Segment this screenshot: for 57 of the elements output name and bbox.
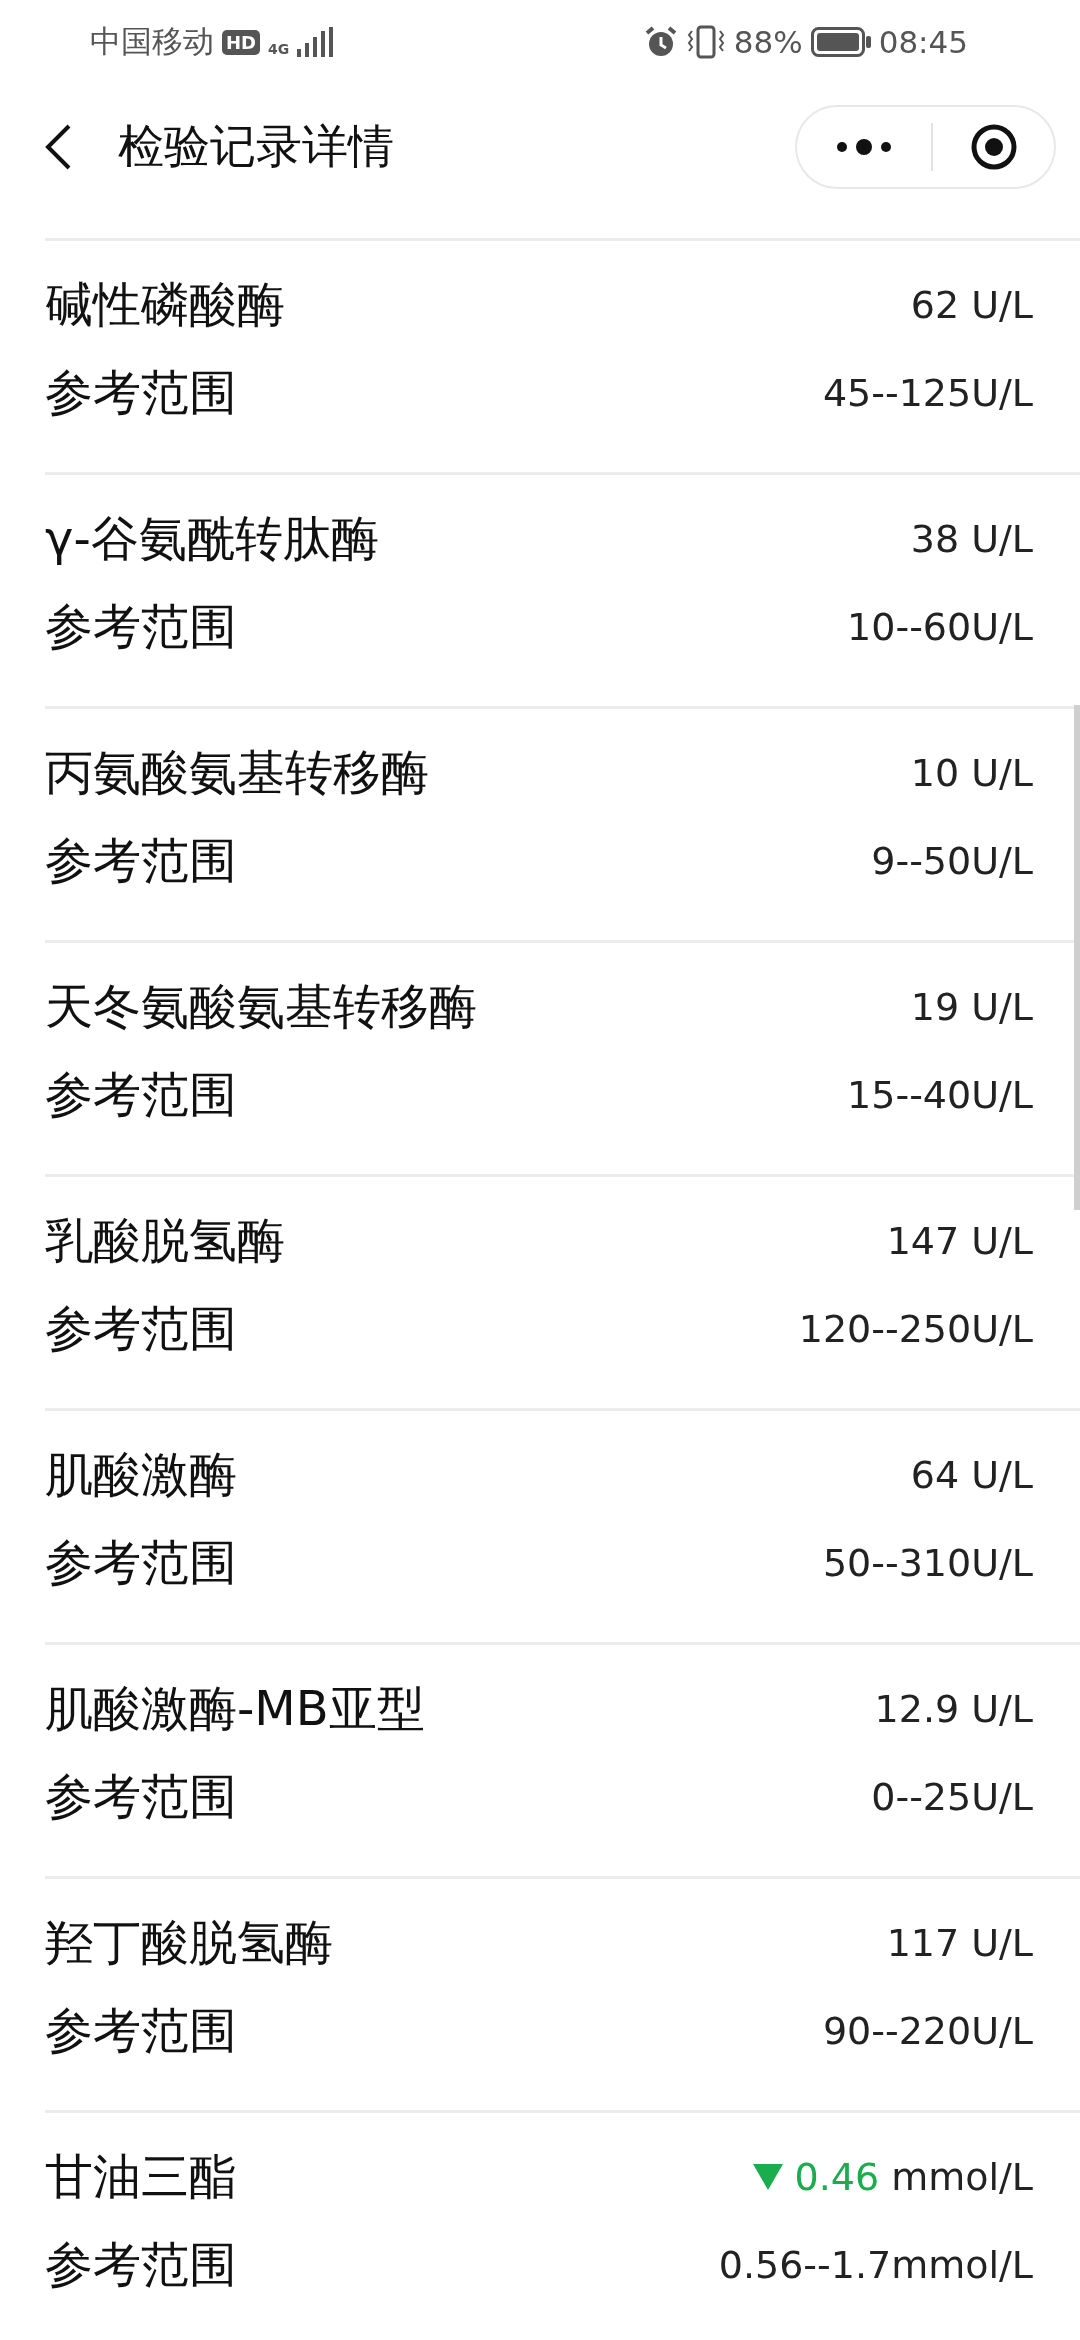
reference-range: 45--125U/L	[822, 371, 1033, 415]
range-label: 参考范围	[45, 1767, 237, 1826]
test-name: 乳酸脱氢酶	[45, 1211, 285, 1270]
range-label: 参考范围	[45, 2235, 237, 2294]
test-name: 丙氨酸氨基转移酶	[45, 743, 429, 802]
alarm-icon	[643, 25, 678, 59]
back-icon[interactable]	[44, 123, 72, 171]
clock-time: 08:45	[878, 24, 968, 60]
test-name: 肌酸激酶-MB亚型	[45, 1679, 425, 1738]
range-label: 参考范围	[45, 597, 237, 656]
result-unit: U/L	[971, 517, 1033, 561]
result-unit: U/L	[971, 1921, 1033, 1965]
result-unit: U/L	[971, 1219, 1033, 1263]
reference-range: 0--25U/L	[871, 1775, 1033, 1819]
vibrate-icon	[685, 25, 726, 59]
page-title: 检验记录详情	[118, 118, 395, 175]
reference-range: 90--220U/L	[822, 2009, 1033, 2053]
range-label: 参考范围	[45, 831, 237, 890]
reference-range: 120--250U/L	[798, 1307, 1033, 1351]
carrier-name: 中国移动	[90, 22, 214, 61]
reference-range: 0.56--1.7mmol/L	[718, 2243, 1033, 2287]
test-name: 羟丁酸脱氢酶	[45, 1913, 333, 1972]
battery-percent: 88%	[733, 24, 803, 60]
test-name: 甘油三酯	[45, 2147, 237, 2206]
result-value: 38	[910, 517, 960, 561]
result-value: 147	[886, 1219, 960, 1263]
range-label: 参考范围	[45, 1299, 237, 1358]
result-unit: U/L	[971, 1453, 1033, 1497]
test-name: γ-谷氨酰转肽酶	[45, 509, 379, 568]
reference-range: 15--40U/L	[847, 1073, 1033, 1117]
range-label: 参考范围	[45, 363, 237, 422]
result-value: 12.9	[874, 1687, 960, 1731]
test-name: 天冬氨酸氨基转移酶	[45, 977, 477, 1036]
reference-range: 50--310U/L	[822, 1541, 1033, 1585]
range-label: 参考范围	[45, 1065, 237, 1124]
range-label: 参考范围	[45, 1533, 237, 1592]
test-name: 肌酸激酶	[45, 1445, 237, 1504]
battery-icon	[810, 27, 871, 57]
result-unit: U/L	[971, 985, 1033, 1029]
result-unit: U/L	[971, 283, 1033, 327]
result-value: 10	[910, 751, 960, 795]
result-unit: U/L	[971, 1687, 1033, 1731]
result-unit: U/L	[971, 751, 1033, 795]
signal-icon	[297, 27, 334, 57]
result-unit: mmol/L	[891, 2155, 1033, 2199]
reference-range: 10--60U/L	[847, 605, 1033, 649]
result-value: 117	[886, 1921, 960, 1965]
range-label: 参考范围	[45, 2001, 237, 2060]
result-value: 0.46	[794, 2155, 880, 2199]
result-value: 19	[910, 985, 960, 1029]
network-type: 4G	[268, 41, 290, 57]
close-icon[interactable]	[969, 123, 1018, 171]
hd-badge: HD	[222, 29, 260, 55]
result-value: 62	[910, 283, 960, 327]
test-name: 碱性磷酸酶	[45, 275, 285, 334]
reference-range: 9--50U/L	[871, 839, 1033, 883]
result-value: 64	[910, 1453, 960, 1497]
